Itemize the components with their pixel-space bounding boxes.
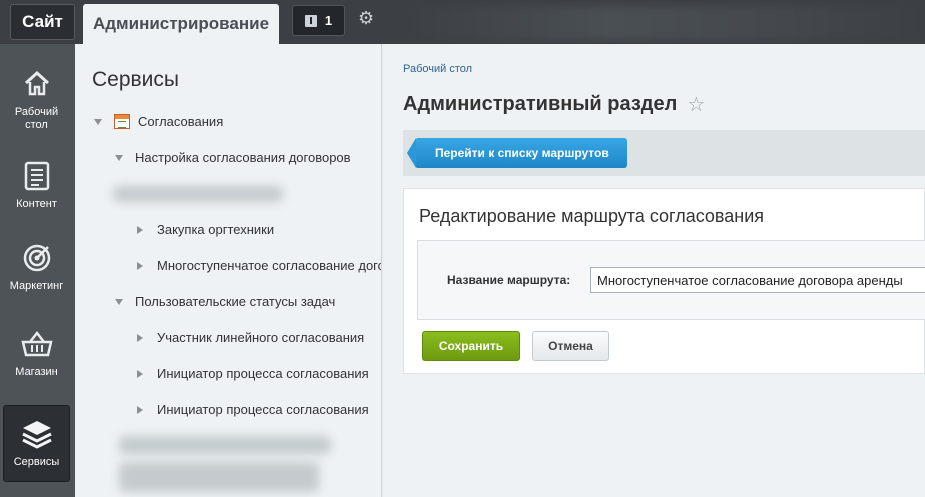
tab-admin[interactable]: Администрирование bbox=[83, 4, 279, 44]
route-list-button[interactable]: Перейти к списку маршрутов bbox=[407, 138, 627, 168]
tree-item-process-initiator[interactable]: Инициатор процесса согласования bbox=[137, 366, 369, 381]
basket-icon bbox=[20, 328, 53, 360]
tree-item-approvals[interactable]: Согласования bbox=[94, 114, 223, 129]
home-icon bbox=[21, 68, 53, 100]
nav-label: Маркетинг bbox=[9, 280, 64, 292]
notification-icon bbox=[304, 14, 317, 27]
calendar-icon bbox=[114, 114, 130, 129]
chevron-right-icon[interactable] bbox=[137, 225, 143, 234]
chevron-right-icon[interactable] bbox=[137, 261, 143, 270]
layers-icon bbox=[21, 418, 53, 450]
cancel-button[interactable]: Отмена bbox=[532, 331, 609, 361]
tree-item-multistage-approval[interactable]: Многоступенчатое согласование договора а… bbox=[137, 258, 381, 273]
document-icon bbox=[21, 160, 53, 192]
nav-item-desktop[interactable]: Рабочий стол bbox=[3, 56, 70, 138]
chevron-down-icon[interactable] bbox=[94, 118, 102, 125]
tree-item-process-initiator-2[interactable]: Инициатор процесса согласования bbox=[137, 402, 369, 417]
main-content: Рабочий стол Административный раздел ☆ П… bbox=[383, 44, 925, 497]
nav-item-content[interactable]: Контент bbox=[3, 148, 70, 230]
notifications-button[interactable]: 1 bbox=[292, 5, 345, 36]
route-name-label: Название маршрута: bbox=[447, 273, 571, 287]
card-title: Редактирование маршрута согласования bbox=[419, 206, 765, 226]
tree-item-task-statuses[interactable]: Пользовательские статусы задач bbox=[115, 294, 335, 309]
blurred-item bbox=[119, 462, 319, 492]
nav-label: Магазин bbox=[15, 366, 58, 378]
sidebar-panel: Сервисы Согласования Настройка согласова… bbox=[75, 44, 382, 497]
toolbar: Перейти к списку маршрутов bbox=[403, 130, 925, 176]
tree-item-linear-participant[interactable]: Участник линейного согласования bbox=[137, 330, 364, 345]
sidebar-title: Сервисы bbox=[92, 68, 180, 91]
nav-item-shop[interactable]: Магазин bbox=[3, 316, 70, 398]
gear-icon[interactable]: ⚙ bbox=[358, 8, 374, 29]
target-icon bbox=[21, 242, 53, 274]
blurred-item bbox=[119, 436, 331, 454]
nav-label: Контент bbox=[16, 198, 57, 210]
edit-route-card: Редактирование маршрута согласования Наз… bbox=[403, 188, 925, 374]
breadcrumb[interactable]: Рабочий стол bbox=[403, 63, 472, 75]
form-box: Название маршрута: bbox=[417, 240, 925, 320]
blurred-area bbox=[400, 6, 925, 40]
chevron-down-icon[interactable] bbox=[115, 298, 123, 305]
nav-item-marketing[interactable]: Маркетинг bbox=[3, 230, 70, 312]
chevron-down-icon[interactable] bbox=[115, 154, 123, 161]
nav-item-services[interactable]: Сервисы bbox=[3, 405, 70, 482]
save-button[interactable]: Сохранить bbox=[422, 331, 520, 361]
route-name-input[interactable] bbox=[590, 267, 925, 293]
nav-label: Рабочий стол bbox=[14, 106, 59, 131]
notifications-count: 1 bbox=[324, 13, 333, 28]
page-title: Административный раздел ☆ bbox=[403, 92, 706, 117]
chevron-right-icon[interactable] bbox=[137, 369, 143, 378]
tree-item-contract-settings[interactable]: Настройка согласования договоров bbox=[115, 150, 351, 165]
left-nav: Рабочий стол Контент Маркетинг Магазин С… bbox=[0, 44, 75, 497]
chevron-right-icon[interactable] bbox=[137, 333, 143, 342]
nav-label: Сервисы bbox=[13, 456, 60, 468]
blurred-item bbox=[113, 186, 283, 202]
tree-item-office-equipment[interactable]: Закупка оргтехники bbox=[137, 222, 274, 237]
tab-site[interactable]: Сайт bbox=[10, 4, 75, 40]
star-icon[interactable]: ☆ bbox=[687, 92, 705, 117]
top-bar: Сайт Администрирование 1 ⚙ bbox=[0, 0, 925, 44]
chevron-right-icon[interactable] bbox=[137, 405, 143, 414]
